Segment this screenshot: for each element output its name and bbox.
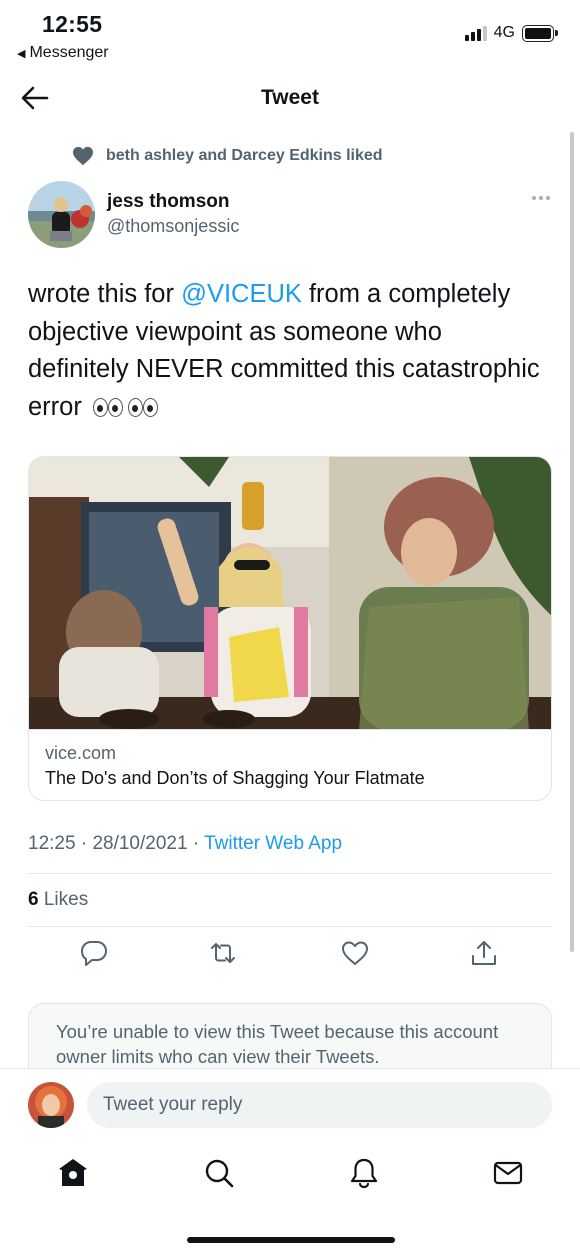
tweet-meta: 12:25 · 28/10/2021 · Twitter Web App (28, 833, 342, 855)
back-triangle-icon: ◀ (17, 47, 26, 60)
scrollbar[interactable] (570, 132, 574, 952)
divider (28, 926, 552, 927)
messages-icon[interactable] (491, 1156, 525, 1190)
status-time: 12:55 (42, 11, 103, 37)
bottom-nav (0, 1142, 580, 1255)
more-options-icon[interactable] (532, 196, 550, 200)
card-photo (29, 457, 551, 729)
tweet-time: 12:25 (28, 833, 76, 854)
social-context: beth ashley and Darcey Edkins liked (72, 146, 383, 166)
reply-input[interactable] (87, 1082, 552, 1128)
tweet-date: 28/10/2021 (92, 833, 188, 854)
home-icon[interactable] (56, 1156, 90, 1190)
author-avatar[interactable] (28, 181, 95, 248)
card-domain: vice.com (45, 743, 117, 763)
search-icon[interactable] (202, 1156, 236, 1190)
author-name[interactable]: jess thomson (107, 191, 229, 213)
divider (28, 873, 552, 874)
home-indicator[interactable] (187, 1237, 395, 1243)
network-label: 4G (493, 24, 515, 41)
share-icon[interactable] (469, 938, 499, 968)
reply-icon[interactable] (79, 938, 109, 968)
tweet-text-start: wrote this for (28, 280, 182, 308)
like-icon[interactable] (340, 938, 370, 968)
likes-count[interactable]: 6 Likes (28, 889, 88, 911)
back-app-label: Messenger (29, 44, 109, 61)
back-to-app-link[interactable]: ◀ Messenger (17, 44, 109, 62)
tweet-text: wrote this for @VICEUK from a completely… (28, 276, 548, 426)
battery-icon (522, 24, 558, 42)
card-title: The Do's and Don’ts of Shagging Your Fla… (45, 768, 425, 788)
status-bar: 12:55 ◀ Messenger 4G (0, 0, 580, 70)
user-avatar[interactable] (28, 1082, 74, 1128)
tweet-actions (0, 938, 580, 978)
user-photo (28, 1082, 74, 1128)
page-title: Tweet (261, 86, 319, 109)
reply-bar (0, 1068, 580, 1142)
header: Tweet (0, 70, 580, 126)
link-card[interactable]: vice.com The Do's and Don’ts of Shagging… (28, 456, 552, 801)
meta-separator: · (80, 833, 88, 854)
eyes-emoji-icon (92, 397, 162, 417)
card-image (29, 457, 551, 730)
meta-separator: · (192, 833, 200, 854)
signal-icon (464, 25, 487, 41)
likes-label: Likes (43, 889, 89, 910)
likes-number: 6 (28, 889, 39, 910)
retweet-icon[interactable] (208, 938, 238, 968)
tweet-source-link[interactable]: Twitter Web App (204, 833, 342, 854)
heart-filled-icon (73, 146, 93, 166)
mention-link[interactable]: @VICEUK (181, 280, 302, 308)
author-photo (28, 181, 95, 248)
status-indicators: 4G (464, 24, 558, 42)
notifications-icon[interactable] (347, 1156, 381, 1190)
social-context-label: beth ashley and Darcey Edkins liked (106, 147, 383, 164)
author-handle[interactable]: @thomsonjessic (107, 216, 239, 237)
